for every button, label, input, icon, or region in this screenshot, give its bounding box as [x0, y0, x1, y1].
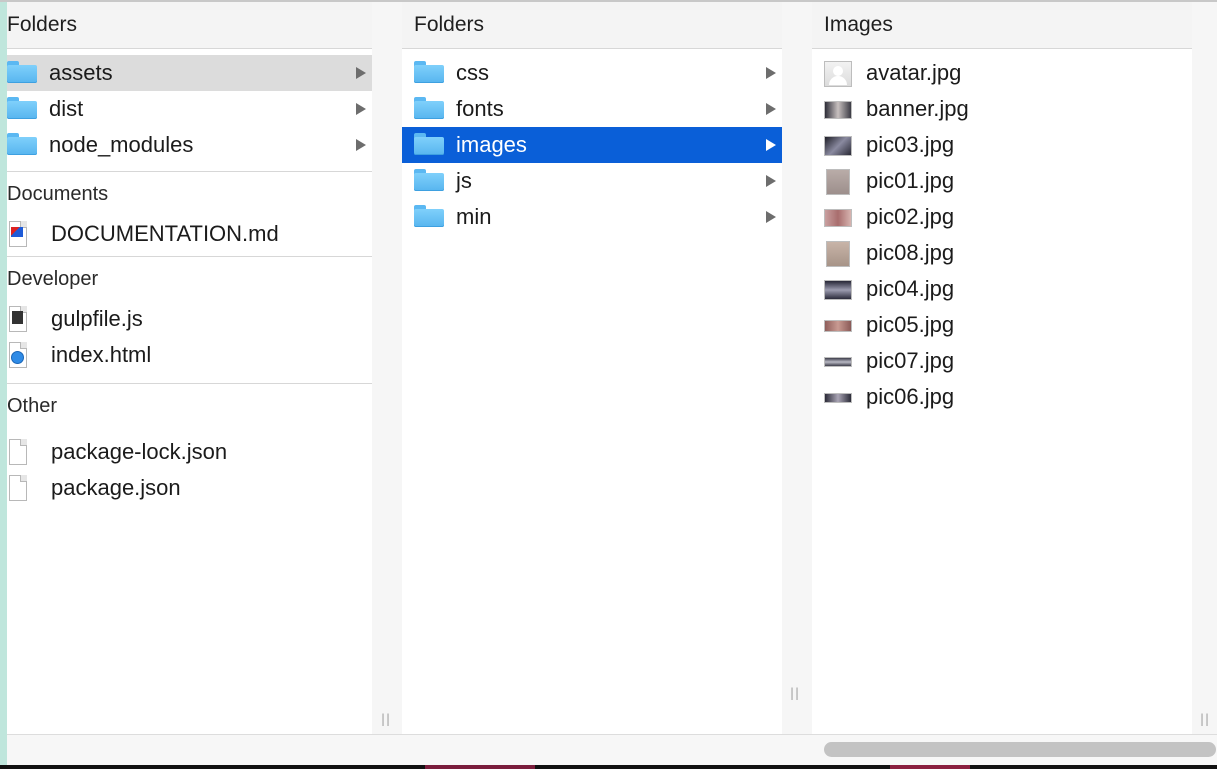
- file-label: pic07.jpg: [866, 348, 955, 373]
- column-header-folders: Folders: [7, 2, 372, 49]
- disclosure-arrow-icon: [766, 139, 776, 151]
- file-row-gulpfile[interactable]: gulpfile.js: [7, 301, 372, 337]
- image-row-pic08[interactable]: pic08.jpg: [812, 235, 1192, 271]
- folder-label: js: [456, 168, 472, 193]
- column-assets: Folders css fonts images js min: [402, 2, 782, 734]
- column-header-images: Images: [812, 2, 1192, 49]
- taskbar-item: [425, 765, 535, 769]
- section-header-other: Other: [7, 395, 58, 417]
- file-label: banner.jpg: [866, 96, 969, 121]
- folder-label: dist: [49, 96, 84, 121]
- column-resize-area[interactable]: ||: [1192, 2, 1217, 734]
- folder-icon: [7, 97, 37, 121]
- image-thumbnail-icon: [824, 133, 854, 157]
- folder-row-css[interactable]: css: [402, 55, 782, 91]
- folder-label: node_modules: [49, 132, 194, 157]
- column-resize-area[interactable]: ||: [782, 2, 812, 734]
- image-thumbnail-icon: [824, 97, 854, 121]
- image-row-pic03[interactable]: pic03.jpg: [812, 127, 1192, 163]
- disclosure-arrow-icon: [356, 139, 366, 151]
- file-label: index.html: [51, 342, 152, 367]
- image-thumbnail-icon: [824, 349, 854, 373]
- generic-file-icon: [9, 475, 27, 501]
- file-label: pic03.jpg: [866, 132, 955, 157]
- folder-label: min: [456, 204, 492, 229]
- resize-grip-icon[interactable]: ||: [790, 686, 800, 700]
- taskbar-item: [890, 765, 970, 769]
- folder-label: images: [456, 132, 527, 157]
- image-thumbnail-icon: [824, 205, 854, 229]
- disclosure-arrow-icon: [766, 175, 776, 187]
- image-row-pic01[interactable]: pic01.jpg: [812, 163, 1192, 199]
- disclosure-arrow-icon: [766, 67, 776, 79]
- image-thumbnail-icon: [824, 169, 854, 195]
- horizontal-scrollbar-thumb[interactable]: [824, 742, 1216, 757]
- image-row-pic06[interactable]: pic06.jpg: [812, 379, 1192, 415]
- folder-label: fonts: [456, 96, 504, 121]
- resize-grip-icon[interactable]: ||: [1200, 712, 1210, 726]
- disclosure-arrow-icon: [766, 103, 776, 115]
- folder-row-min[interactable]: min: [402, 199, 782, 235]
- file-label: pic04.jpg: [866, 276, 955, 301]
- file-label: package-lock.json: [51, 439, 228, 464]
- image-row-pic05[interactable]: pic05.jpg: [812, 307, 1192, 343]
- image-row-pic07[interactable]: pic07.jpg: [812, 343, 1192, 379]
- window-edge: [0, 0, 7, 769]
- js-file-icon: [9, 306, 27, 332]
- folder-row-node-modules[interactable]: node_modules: [7, 127, 372, 163]
- file-label: pic01.jpg: [866, 168, 955, 193]
- file-label: pic02.jpg: [866, 204, 955, 229]
- file-label: DOCUMENTATION.md: [51, 221, 279, 246]
- folder-icon: [414, 61, 444, 85]
- file-label: pic08.jpg: [866, 240, 955, 265]
- image-row-banner[interactable]: banner.jpg: [812, 91, 1192, 127]
- folder-icon: [7, 133, 37, 157]
- markdown-file-icon: [9, 221, 27, 247]
- folder-icon: [7, 61, 37, 85]
- resize-grip-icon[interactable]: ||: [381, 712, 391, 726]
- disclosure-arrow-icon: [766, 211, 776, 223]
- folder-row-assets[interactable]: assets: [7, 55, 372, 91]
- html-file-icon: [9, 342, 27, 368]
- folder-label: css: [456, 60, 489, 85]
- column-header-folders: Folders: [402, 2, 782, 49]
- file-label: pic05.jpg: [866, 312, 955, 337]
- folder-icon: [414, 169, 444, 193]
- image-thumbnail-icon: [824, 313, 854, 337]
- image-thumbnail-icon: [824, 61, 854, 87]
- folder-row-images[interactable]: images: [402, 127, 782, 163]
- image-row-pic02[interactable]: pic02.jpg: [812, 199, 1192, 235]
- section-header-developer: Developer: [7, 268, 99, 290]
- column-images: Images avatar.jpg banner.jpg pic03.jpg p…: [812, 2, 1192, 734]
- folder-icon: [414, 205, 444, 229]
- folder-row-dist[interactable]: dist: [7, 91, 372, 127]
- column-root: Folders assets dist node_modules Documen…: [7, 2, 372, 734]
- file-label: gulpfile.js: [51, 306, 143, 331]
- folder-row-fonts[interactable]: fonts: [402, 91, 782, 127]
- folder-icon: [414, 133, 444, 157]
- image-thumbnail-icon: [824, 385, 854, 409]
- folder-icon: [414, 97, 444, 121]
- image-row-avatar[interactable]: avatar.jpg: [812, 55, 1192, 91]
- column-resize-area[interactable]: ||: [372, 2, 402, 734]
- image-thumbnail-icon: [824, 277, 854, 301]
- generic-file-icon: [9, 439, 27, 465]
- image-thumbnail-icon: [824, 241, 854, 267]
- taskbar-strip: [0, 765, 1217, 769]
- file-label: package.json: [51, 475, 181, 500]
- file-row-package[interactable]: package.json: [7, 470, 372, 506]
- disclosure-arrow-icon: [356, 67, 366, 79]
- folder-label: assets: [49, 60, 113, 85]
- file-row-documentation[interactable]: DOCUMENTATION.md: [7, 216, 372, 252]
- file-row-package-lock[interactable]: package-lock.json: [7, 434, 372, 470]
- section-header-documents: Documents: [7, 183, 109, 205]
- file-row-index-html[interactable]: index.html: [7, 337, 372, 373]
- disclosure-arrow-icon: [356, 103, 366, 115]
- file-label: pic06.jpg: [866, 384, 955, 409]
- image-row-pic04[interactable]: pic04.jpg: [812, 271, 1192, 307]
- folder-row-js[interactable]: js: [402, 163, 782, 199]
- file-label: avatar.jpg: [866, 60, 962, 85]
